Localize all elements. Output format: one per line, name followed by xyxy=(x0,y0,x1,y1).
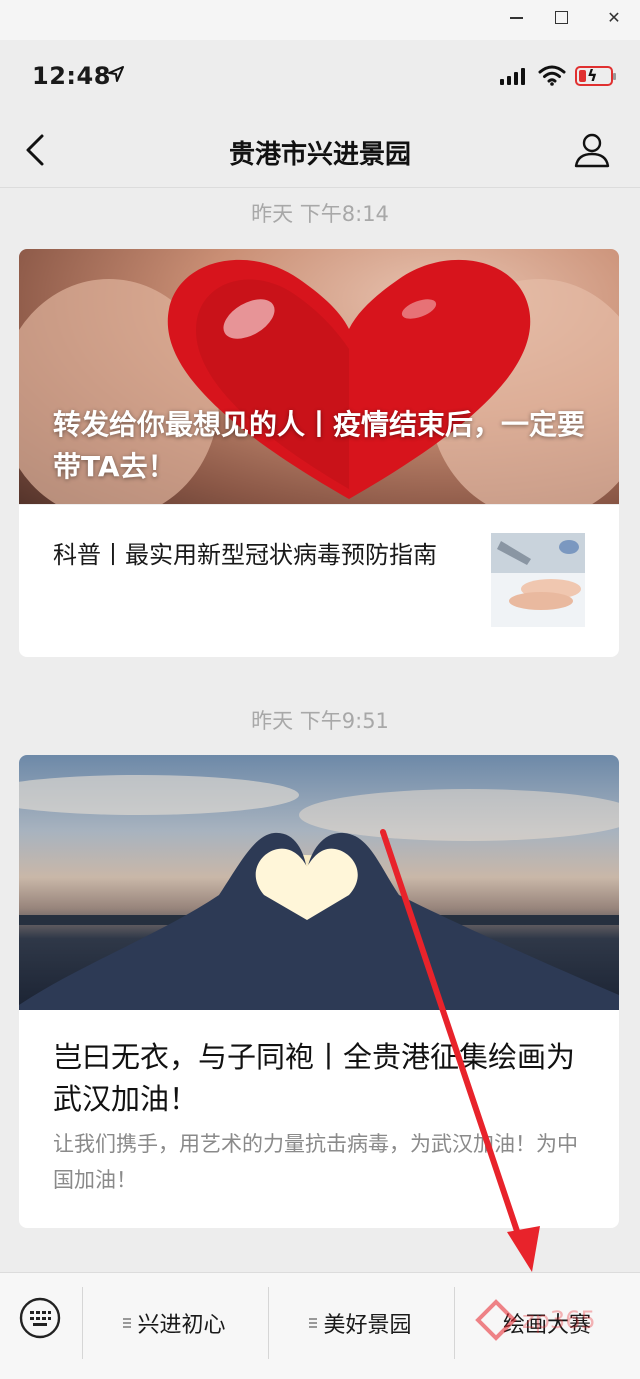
maximize-button[interactable] xyxy=(545,4,577,30)
article-card[interactable]: 岂曰无衣，与子同袍丨全贵港征集绘画为武汉加油！ 让我们携手，用艺术的力量抗击病毒… xyxy=(19,755,619,1228)
sub-article-item[interactable]: 科普丨最实用新型冠状病毒预防指南 xyxy=(19,504,619,657)
article-card[interactable]: 转发给你最想见的人丨疫情结束后，一定要带TA去！ 科普丨最实用新型冠状病毒预防指… xyxy=(19,249,619,657)
menu-list-icon xyxy=(309,1316,318,1330)
status-bar: 12:48 ϟ xyxy=(0,40,640,112)
back-arrow-icon[interactable] xyxy=(20,132,50,168)
menu-item-meihao-jingyuan[interactable]: 美好景园 xyxy=(268,1273,453,1373)
cellular-signal-icon xyxy=(500,67,525,85)
menu-item-xingjin-chuxin[interactable]: 兴进初心 xyxy=(82,1273,267,1373)
close-icon: ✕ xyxy=(607,7,621,27)
heart-hands-sunset-illustration xyxy=(19,775,619,1010)
wifi-icon xyxy=(538,65,566,86)
article-cover-image[interactable] xyxy=(19,755,619,1010)
battery-icon: ϟ xyxy=(575,66,616,86)
minimize-button[interactable] xyxy=(500,4,532,30)
sub-article-title: 科普丨最实用新型冠状病毒预防指南 xyxy=(53,541,437,569)
navigation-bar: 贵港市兴进景园 xyxy=(0,112,640,188)
minimize-icon xyxy=(509,17,523,19)
window-titlebar: ✕ xyxy=(0,0,640,40)
maximize-icon xyxy=(554,10,568,24)
article-headline: 转发给你最想见的人丨疫情结束后，一定要带TA去！ xyxy=(53,408,586,483)
svg-text:zp365: zp365 xyxy=(522,1306,596,1334)
message-timestamp: 昨天 下午9:51 xyxy=(251,709,389,733)
article-cover-image[interactable]: 转发给你最想见的人丨疫情结束后，一定要带TA去！ xyxy=(19,249,619,504)
watermark-logo: zp365 xyxy=(475,1299,596,1341)
menu-list-icon xyxy=(123,1316,132,1330)
article-title: 岂曰无衣，与子同袍丨全贵港征集绘画为武汉加油！ xyxy=(53,1040,576,1116)
page-title: 贵港市兴进景园 xyxy=(228,140,411,170)
message-timestamp: 昨天 下午8:14 xyxy=(251,202,389,226)
article-description: 让我们携手，用艺术的力量抗击病毒，为武汉加油！为中国加油！ xyxy=(53,1132,578,1192)
menu-item-label: 兴进初心 xyxy=(137,1313,226,1338)
keyboard-icon[interactable] xyxy=(19,1297,61,1339)
close-window-button[interactable]: ✕ xyxy=(598,4,630,30)
handwashing-thumbnail xyxy=(491,533,585,627)
profile-icon[interactable] xyxy=(572,130,612,170)
menu-item-label: 美好景园 xyxy=(323,1313,412,1338)
location-arrow-icon xyxy=(108,66,124,82)
status-time: 12:48 xyxy=(32,62,111,90)
